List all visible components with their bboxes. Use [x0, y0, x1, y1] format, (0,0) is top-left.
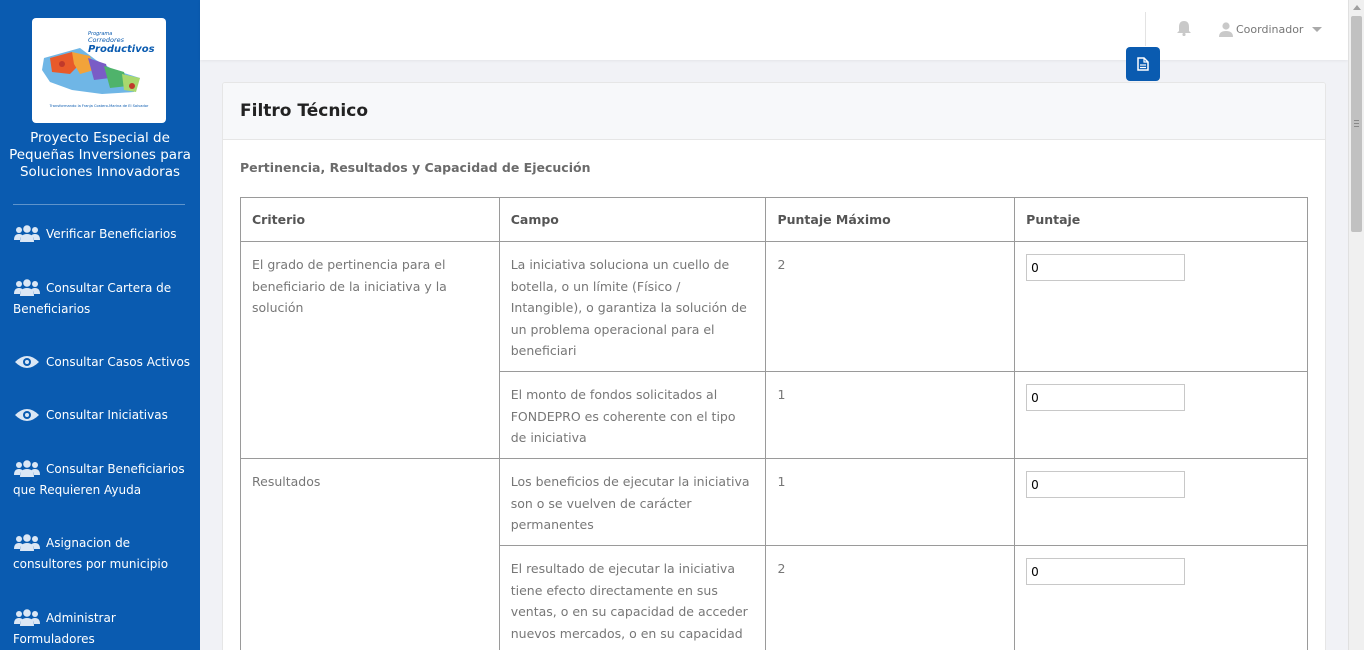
sidebar: Programa Corredores Productivos Transfor…: [0, 0, 200, 650]
scroll-up-arrow-icon[interactable]: [1353, 5, 1361, 10]
users-icon: [13, 460, 43, 477]
table-header-row: Criterio Campo Puntaje Máximo Puntaje: [240, 197, 1308, 242]
logo-tagline: Transformando la Franja Costero-Marina d…: [49, 104, 149, 108]
score-input[interactable]: [1026, 384, 1186, 411]
user-menu[interactable]: Coordinador: [1219, 20, 1323, 38]
sidebar-item-iniciativas[interactable]: Consultar Iniciativas: [13, 405, 193, 426]
sidebar-item-label: Consultar Casos Activos: [46, 355, 191, 369]
table-row: Resultados Los beneficios de ejecutar la…: [240, 458, 1308, 650]
sidebar-divider: [13, 204, 185, 205]
sidebar-item-casos-activos[interactable]: Consultar Casos Activos: [13, 352, 193, 373]
section-title: Pertinencia, Resultados y Capacidad de E…: [240, 160, 591, 175]
project-title: Proyecto Especial de Pequeñas Inversione…: [9, 130, 191, 180]
column-header-campo: Campo: [498, 197, 767, 242]
logo-graphic: Programa Corredores Productivos Transfor…: [42, 31, 155, 108]
score-input[interactable]: [1026, 254, 1186, 281]
topbar-separator: [1145, 12, 1146, 46]
campo-cell: El resultado de ejecutar la iniciativa t…: [498, 545, 767, 650]
sidebar-item-consultar-cartera[interactable]: Consultar Cartera de Beneficiarios: [13, 278, 193, 320]
logo-line2: Corredores: [88, 36, 125, 44]
column-header-puntaje-maximo: Puntaje Máximo: [765, 197, 1016, 242]
score-input[interactable]: [1026, 558, 1186, 585]
sidebar-item-asignacion-consultores[interactable]: Asignacion de consultores por municipio: [13, 533, 193, 575]
score-cell: [1014, 241, 1308, 372]
score-cell: [1014, 458, 1308, 546]
scroll-grip-line: [1354, 126, 1359, 127]
campo-cell: El monto de fondos solicitados al FONDEP…: [498, 371, 767, 459]
sidebar-item-verificar-beneficiarios[interactable]: Verificar Beneficiarios: [13, 224, 193, 245]
user-name: Coordinador: [1236, 22, 1304, 36]
users-icon: [13, 534, 43, 551]
eye-icon: [13, 406, 43, 422]
sidebar-item-label: Consultar Iniciativas: [46, 408, 168, 422]
users-icon: [13, 279, 43, 296]
eye-icon: [13, 353, 43, 369]
sidebar-item-administrar-formuladores[interactable]: Administrar Formuladores: [13, 608, 193, 650]
users-icon: [13, 609, 43, 626]
scroll-thumb[interactable]: [1351, 16, 1362, 232]
card-header: Filtro Técnico: [223, 83, 1325, 140]
program-logo: Programa Corredores Productivos Transfor…: [32, 18, 166, 123]
column-header-criterio: Criterio: [240, 197, 500, 242]
page-title: Filtro Técnico: [240, 101, 369, 121]
document-icon: [1137, 57, 1149, 71]
user-icon: [1219, 21, 1233, 37]
criterio-cell: Resultados: [240, 458, 500, 650]
scroll-grip-line: [1354, 123, 1359, 124]
sidebar-item-label: Verificar Beneficiarios: [46, 227, 177, 241]
score-cell: [1014, 545, 1308, 650]
score-input[interactable]: [1026, 471, 1186, 498]
score-cell: [1014, 371, 1308, 459]
topbar: Coordinador: [200, 0, 1348, 60]
table-row: El grado de pertinencia para el benefici…: [240, 241, 1308, 459]
max-score-cell: 1: [765, 371, 1016, 459]
chevron-down-icon: [1312, 26, 1323, 32]
document-button[interactable]: [1126, 47, 1160, 81]
sidebar-item-requieren-ayuda[interactable]: Consultar Beneficiarios que Requieren Ay…: [13, 459, 193, 501]
campo-cell: Los beneficios de ejecutar la iniciativa…: [498, 458, 767, 546]
criteria-table: Criterio Campo Puntaje Máximo Puntaje El…: [240, 197, 1308, 650]
scroll-grip-line: [1354, 120, 1359, 121]
criterio-cell: El grado de pertinencia para el benefici…: [240, 241, 500, 459]
max-score-cell: 2: [765, 545, 1016, 650]
column-header-puntaje: Puntaje: [1014, 197, 1308, 242]
page-scrollbar[interactable]: [1348, 0, 1364, 650]
users-icon: [13, 225, 43, 242]
campo-cell: La iniciativa soluciona un cuello de bot…: [498, 241, 767, 372]
logo-line3: Productivos: [88, 44, 155, 55]
bell-icon[interactable]: [1177, 20, 1191, 37]
max-score-cell: 2: [765, 241, 1016, 372]
max-score-cell: 1: [765, 458, 1016, 546]
filtro-tecnico-card: Filtro Técnico Pertinencia, Resultados y…: [222, 82, 1326, 650]
